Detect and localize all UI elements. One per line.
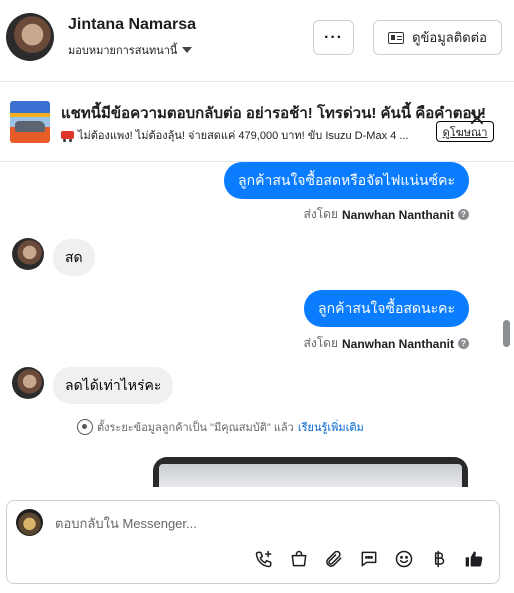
sender-name: Nanwhan Nanthanit <box>341 336 454 351</box>
system-note-text: ตั้งระยะข้อมูลลูกค้าเป็น "มีคุณสมบัติ" แ… <box>97 422 294 434</box>
baht-icon[interactable] <box>428 548 450 570</box>
contact-avatar-small[interactable] <box>12 367 44 399</box>
chat-template-icon[interactable] <box>358 548 380 570</box>
atom-icon <box>77 419 93 435</box>
view-ad-link[interactable]: ดูโฆษณา <box>436 121 494 142</box>
ad-description: ไม่ต้องแพง! ไม่ต้องลุ้น! จ่ายสดแค่ 479,0… <box>78 130 409 142</box>
help-icon[interactable]: ? <box>458 338 469 349</box>
composer-toolbar <box>253 548 485 570</box>
view-contact-label: ดูข้อมูลติดต่อ <box>412 30 487 45</box>
ad-description-row: ไม่ต้องแพง! ไม่ต้องลุ้น! จ่ายสดแค่ 479,0… <box>61 126 433 144</box>
media-attachment-preview[interactable] <box>153 457 468 487</box>
like-icon[interactable] <box>463 548 485 570</box>
ad-title: แชทนี้มีข้อความตอบกลับต่อ อย่ารอช้า! โทร… <box>61 105 487 122</box>
contact-name[interactable]: Jintana Namarsa <box>68 16 196 34</box>
system-note: ตั้งระยะข้อมูลลูกค้าเป็น "มีคุณสมบัติ" แ… <box>77 418 364 436</box>
page-avatar <box>16 509 43 536</box>
emoji-icon[interactable] <box>393 548 415 570</box>
help-icon[interactable]: ? <box>458 209 469 220</box>
message-bubble-incoming[interactable]: สด <box>53 239 95 276</box>
message-bubble-outgoing[interactable]: ลูกค้าสนใจซื้อสดหรือจัดไฟแน่นซ์คะ <box>224 162 469 199</box>
scrollbar-thumb[interactable] <box>503 320 510 347</box>
sent-by-prefix: ส่งโดย <box>303 207 338 221</box>
sent-by-line: ส่งโดย Nanwhan Nanthanit ? <box>304 334 469 353</box>
message-bubble-incoming[interactable]: ลดได้เท่าไหร่คะ <box>53 367 174 404</box>
caret-down-icon <box>182 47 193 53</box>
sender-name: Nanwhan Nanthanit <box>341 207 454 222</box>
truck-icon <box>61 131 74 142</box>
assign-label: มอบหมายการสนทนานี้ <box>68 45 178 57</box>
sent-by-prefix: ส่งโดย <box>303 336 338 350</box>
close-icon[interactable] <box>470 111 484 125</box>
view-contact-button[interactable]: ดูข้อมูลติดต่อ <box>373 20 502 55</box>
shopping-bag-icon[interactable] <box>288 548 310 570</box>
contact-avatar-small[interactable] <box>12 238 44 270</box>
ad-thumbnail[interactable] <box>10 101 50 143</box>
contact-avatar[interactable] <box>6 13 54 61</box>
phone-plus-icon[interactable] <box>253 548 275 570</box>
message-bubble-outgoing[interactable]: ลูกค้าสนใจซื้อสดนะคะ <box>304 290 469 327</box>
more-options-button[interactable]: ··· <box>313 20 354 55</box>
id-card-icon <box>388 31 405 44</box>
sent-by-line: ส่งโดย Nanwhan Nanthanit ? <box>304 205 469 224</box>
reply-input[interactable] <box>55 512 485 534</box>
learn-more-link[interactable]: เรียนรู้เพิ่มเติม <box>298 418 364 436</box>
message-composer <box>6 500 500 584</box>
conversation-header: Jintana Namarsa มอบหมายการสนทนานี้ ··· ด… <box>0 0 514 82</box>
assign-conversation-dropdown[interactable]: มอบหมายการสนทนานี้ <box>68 41 193 59</box>
paperclip-icon[interactable] <box>323 548 345 570</box>
